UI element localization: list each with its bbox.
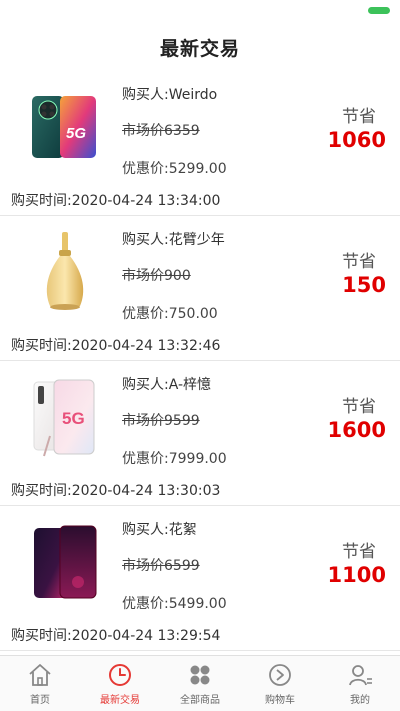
clock-icon xyxy=(109,664,131,686)
save-amount: 1100 xyxy=(327,563,386,587)
market-price: 市场价9599 xyxy=(122,413,200,429)
product-image[interactable] xyxy=(30,517,100,607)
phone-findx-icon xyxy=(34,525,97,599)
buyer-name: 购买人:Weirdo xyxy=(122,87,218,103)
discount-price: 优惠价:5299.00 xyxy=(122,161,227,177)
user-icon xyxy=(349,665,372,686)
app-screen: 最新交易 5G 购买人:Weirdo 市场价6359 优惠价:5299.00 节… xyxy=(0,0,400,711)
tab-cart[interactable]: 购物车 xyxy=(240,656,320,711)
product-image[interactable]: 5G xyxy=(30,372,100,462)
phone-mate30-icon: 5G xyxy=(32,96,96,158)
purchase-time: 购买时间:2020-04-24 13:32:46 xyxy=(11,338,221,354)
tab-label: 购物车 xyxy=(265,695,295,706)
save-amount: 150 xyxy=(342,273,386,297)
tab-label: 最新交易 xyxy=(100,695,140,706)
discount-price: 优惠价:750.00 xyxy=(122,306,218,322)
discount-price: 优惠价:7999.00 xyxy=(122,451,227,467)
page-title: 最新交易 xyxy=(159,37,240,60)
tab-all-products[interactable]: 全部商品 xyxy=(160,656,240,711)
tab-label: 首页 xyxy=(30,695,50,706)
save-label: 节省 xyxy=(342,252,376,272)
product-image[interactable]: 5G xyxy=(30,82,100,172)
home-icon xyxy=(29,664,51,686)
grid-icon xyxy=(190,665,210,685)
market-price: 市场价900 xyxy=(122,268,191,284)
transaction-item[interactable]: 购买人:花絮 市场价6599 优惠价:5499.00 节省 1100 购买时间:… xyxy=(0,507,400,651)
transaction-item[interactable]: 5G 购买人:A-梓憶 市场价9599 优惠价:7999.00 节省 1600 … xyxy=(0,362,400,506)
tab-home[interactable]: 首页 xyxy=(0,656,80,711)
transaction-item[interactable]: 5G 购买人:Weirdo 市场价6359 优惠价:5299.00 节省 106… xyxy=(0,72,400,216)
save-label: 节省 xyxy=(342,397,376,417)
phone-5g-icon: 5G xyxy=(33,379,95,457)
svg-text:5G: 5G xyxy=(66,125,86,142)
discount-price: 优惠价:5499.00 xyxy=(122,596,227,612)
tab-latest-deals[interactable]: 最新交易 xyxy=(80,656,160,711)
buyer-name: 购买人:花絮 xyxy=(122,522,197,538)
transaction-list[interactable]: 5G 购买人:Weirdo 市场价6359 优惠价:5299.00 节省 106… xyxy=(0,72,400,651)
tab-label: 我的 xyxy=(350,695,370,706)
buyer-name: 购买人:花臂少年 xyxy=(122,232,225,248)
purchase-time: 购买时间:2020-04-24 13:30:03 xyxy=(11,483,221,499)
market-price: 市场价6359 xyxy=(122,123,200,139)
transaction-item[interactable]: 购买人:花臂少年 市场价900 优惠价:750.00 节省 150 购买时间:2… xyxy=(0,217,400,361)
market-price: 市场价6599 xyxy=(122,558,200,574)
product-image[interactable] xyxy=(30,227,100,317)
save-label: 节省 xyxy=(342,542,376,562)
bottom-tab-bar: 首页 最新交易 全部商品 购物车 我的 xyxy=(0,655,400,711)
purchase-time: 购买时间:2020-04-24 13:34:00 xyxy=(11,193,221,209)
tab-label: 全部商品 xyxy=(180,695,220,706)
save-amount: 1600 xyxy=(327,418,386,442)
save-label: 节省 xyxy=(342,107,376,127)
buyer-name: 购买人:A-梓憶 xyxy=(122,377,212,393)
svg-text:5G: 5G xyxy=(62,409,85,428)
cart-icon xyxy=(269,664,291,686)
purchase-time: 购买时间:2020-04-24 13:29:54 xyxy=(11,628,221,644)
save-amount: 1060 xyxy=(327,128,386,152)
tab-profile[interactable]: 我的 xyxy=(320,656,400,711)
page-header: 最新交易 xyxy=(0,0,400,72)
perfume-icon xyxy=(46,232,84,310)
